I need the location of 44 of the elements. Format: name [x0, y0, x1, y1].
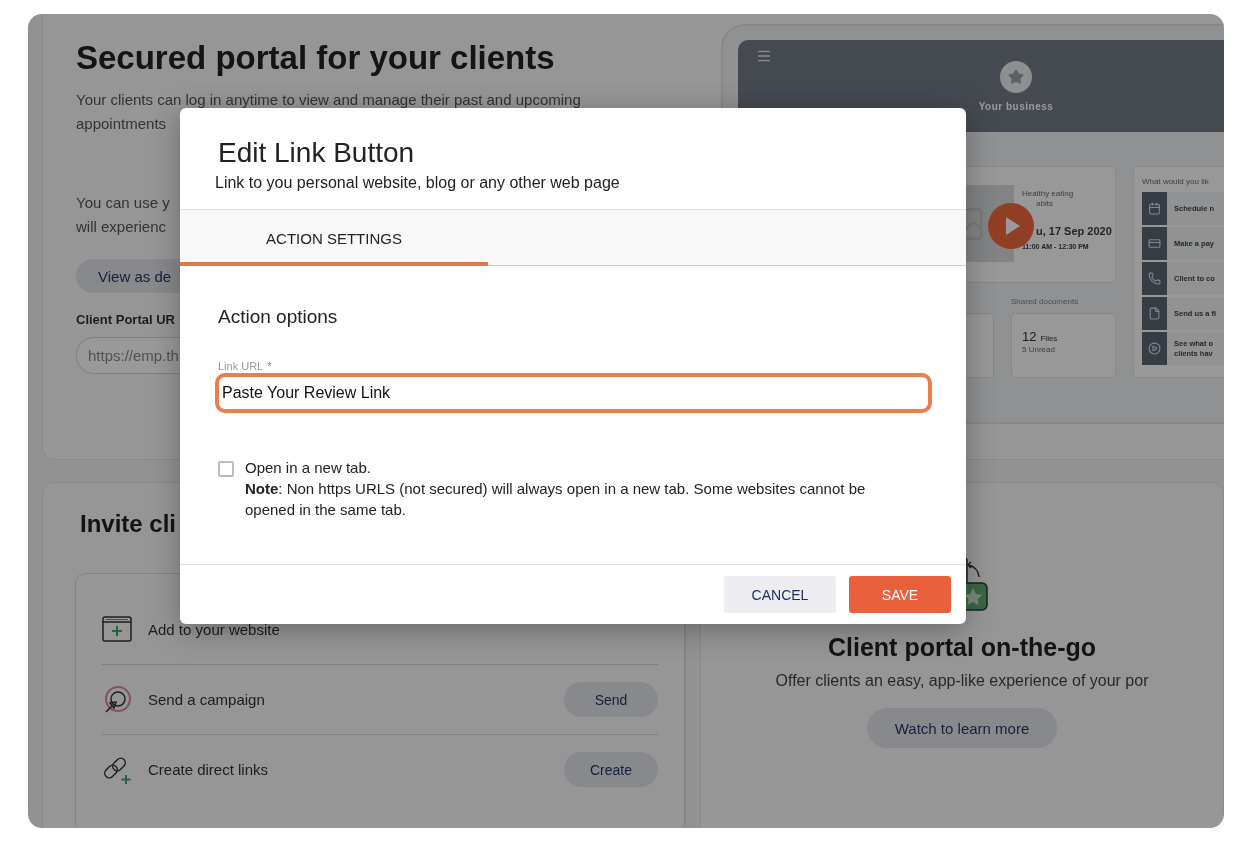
cancel-button[interactable]: CANCEL [724, 576, 836, 613]
unread-count: 5 Unread [1022, 345, 1056, 355]
option-button[interactable]: Create [564, 752, 658, 787]
section-heading: Action options [218, 306, 339, 328]
option-label: Create direct links [148, 761, 270, 778]
checkbox[interactable] [218, 461, 234, 477]
video-caption: Healthy eating [1022, 189, 1075, 199]
business-name: Your business [978, 101, 1054, 112]
calendar-icon [1148, 202, 1161, 215]
card-description: Offer clients an easy, app-like experience of your por [775, 672, 1149, 690]
note-text: Note: Non https URLS (not secured) will always open in a new tab. Some websites cannot be opened in the same tab. [245, 479, 867, 520]
dialog-subtitle: Link to you personal website, blog or any other web page [215, 174, 621, 192]
panel-title: What would you lik [1142, 177, 1210, 186]
save-button[interactable]: SAVE [849, 576, 951, 613]
option-label: Add to your website [148, 620, 281, 638]
description-line: will experienc [76, 217, 168, 237]
dialog-title: Edit Link Button [218, 136, 416, 170]
phone-icon [1148, 272, 1161, 285]
event-date: u, 17 Sep 2020 [1035, 225, 1112, 237]
option-label: Send a campaign [148, 691, 266, 708]
checkbox-label: Open in a new tab. [245, 458, 372, 478]
tab[interactable]: ACTION SETTINGS [180, 210, 488, 266]
video-caption: abits [1035, 199, 1054, 209]
description-line: You can use y [76, 193, 170, 213]
documents-label: Shared documents [1011, 297, 1080, 308]
menu-icon [756, 48, 772, 64]
file-icon [1148, 307, 1161, 320]
field-label: Client Portal UR [76, 312, 175, 327]
section-title: Secured portal for your clients [76, 38, 555, 78]
view-as-demo-button[interactable]: View as de [76, 259, 181, 293]
link-url-field[interactable]: Paste Your Review Link [215, 373, 932, 413]
card-title: Client portal on-the-go [828, 633, 1096, 662]
required-asterisk: * [267, 360, 272, 372]
card-title: Invite cli [80, 509, 177, 539]
file-count: 12 Files [1022, 328, 1059, 345]
field-label: Link URL * [218, 360, 273, 372]
play-circle-icon [1148, 342, 1161, 355]
option-button[interactable]: Send [564, 682, 658, 717]
description-line: Your clients can log in anytime to view and manage their past and upcoming [76, 90, 581, 110]
credit-card-icon [1148, 237, 1161, 250]
description-line: appointments [76, 114, 168, 134]
watch-video-button[interactable]: Watch to learn more [867, 708, 1057, 748]
browser-window-icon [102, 616, 132, 642]
target-cursor-icon [102, 684, 132, 715]
